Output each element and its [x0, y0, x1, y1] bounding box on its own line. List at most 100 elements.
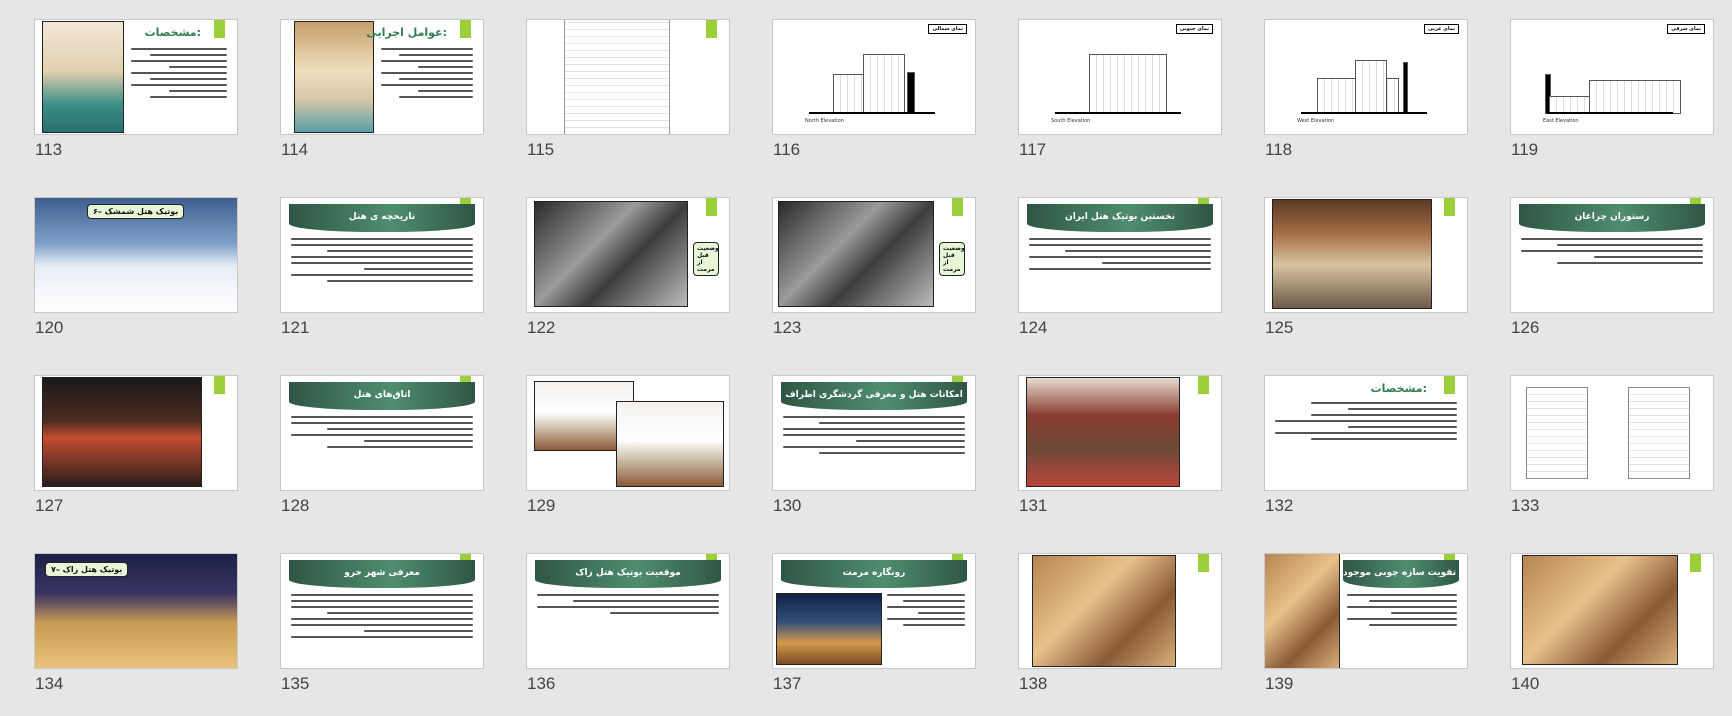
slide-114[interactable]: عوامل اجرایی: — [281, 20, 483, 134]
elevation-tag: نمای جنوبی — [1175, 24, 1213, 34]
slide-text — [291, 416, 473, 482]
slide-131[interactable] — [1019, 376, 1221, 490]
slide-number: 113 — [35, 140, 63, 159]
slide-137[interactable]: رونگاره مرمت — [773, 554, 975, 668]
slide-title: نخستین بوتیک هتل ایران — [1027, 204, 1213, 232]
elevation-tag: نمای شرقی — [1667, 24, 1705, 34]
slide-number: 121 — [281, 318, 310, 337]
slide-photo — [1273, 200, 1431, 308]
slide-132[interactable]: مشخصات: — [1265, 376, 1467, 490]
slide-title: رونگاره مرمت — [781, 560, 967, 588]
slide-number: 130 — [773, 496, 802, 515]
slide-text — [131, 48, 227, 126]
slide-photo — [779, 202, 933, 306]
slide-122[interactable]: وضعیت قبل از مرمت — [527, 198, 729, 312]
slide-133[interactable] — [1511, 376, 1713, 490]
slide-title: اتاق‌های هتل — [289, 382, 475, 410]
elevation-caption: East Elevation — [1543, 118, 1579, 124]
slide-photo-2 — [617, 402, 723, 486]
slide-129[interactable] — [527, 376, 729, 490]
slide-photo — [535, 202, 687, 306]
accent-mark — [1444, 376, 1455, 394]
slide-117[interactable]: نمای جنوبی South Elevation — [1019, 20, 1221, 134]
slide-135[interactable]: معرفی شهر خرو — [281, 554, 483, 668]
elevation-caption: South Elevation — [1051, 118, 1091, 124]
slide-113[interactable]: مشخصات: — [35, 20, 237, 134]
slide-124[interactable]: نخستین بوتیک هتل ایران — [1019, 198, 1221, 312]
slide-photo — [1033, 556, 1175, 666]
slide-125[interactable] — [1265, 198, 1467, 312]
slide-text — [1029, 238, 1211, 304]
slide-number: 133 — [1511, 496, 1540, 515]
slide-text — [381, 48, 473, 126]
slide-number: 128 — [281, 496, 310, 515]
slide-number: 136 — [527, 674, 556, 693]
slide-134[interactable]: ۷– بوتیک هتل زاک — [35, 554, 237, 668]
slide-title: تاریخچه ی هتل — [289, 204, 475, 232]
slide-136[interactable]: موقعیت بوتیک هتل زاک — [527, 554, 729, 668]
slide-115[interactable] — [527, 20, 729, 134]
slide-title: مشخصات: — [144, 26, 201, 39]
ground-line — [1055, 112, 1181, 114]
slide-title: رستوران چراغان — [1519, 204, 1705, 232]
slide-number: 126 — [1511, 318, 1540, 337]
slide-number: 138 — [1019, 674, 1048, 693]
slide-text — [887, 594, 965, 660]
slide-127[interactable] — [35, 376, 237, 490]
accent-mark — [460, 20, 471, 38]
slide-number: 124 — [1019, 318, 1048, 337]
slide-text — [1347, 594, 1457, 660]
slide-number: 122 — [527, 318, 556, 337]
slide-130[interactable]: امکانات هتل و معرفی گردشگری اطراف — [773, 376, 975, 490]
slide-number: 115 — [527, 140, 555, 159]
slide-title: حفظ و تقویت سازه چوبی موجود — [1343, 560, 1459, 588]
accent-mark — [1198, 554, 1209, 572]
slide-photo — [1523, 556, 1677, 664]
slide-number: 127 — [35, 496, 64, 515]
slide-photo — [43, 378, 201, 486]
slide-number: 118 — [1265, 140, 1293, 159]
slide-badge: ۷– بوتیک هتل زاک — [45, 562, 129, 577]
floor-plan-left — [1527, 388, 1587, 478]
slide-123[interactable]: وضعیت قبل از مرمت — [773, 198, 975, 312]
elevation-drawing — [1295, 54, 1447, 114]
slide-photo — [777, 594, 881, 664]
slide-128[interactable]: اتاق‌های هتل — [281, 376, 483, 490]
slide-119[interactable]: نمای شرقی East Elevation — [1511, 20, 1713, 134]
slide-badge: وضعیت قبل از مرمت — [939, 242, 965, 276]
slide-photo — [43, 22, 123, 132]
slide-drawing — [565, 20, 669, 134]
slide-title: عوامل اجرایی: — [366, 26, 447, 39]
slide-title: موقعیت بوتیک هتل زاک — [535, 560, 721, 588]
slide-139[interactable]: حفظ و تقویت سازه چوبی موجود — [1265, 554, 1467, 668]
slide-116[interactable]: نمای شمالی North Elevation — [773, 20, 975, 134]
slide-121[interactable]: تاریخچه ی هتل — [281, 198, 483, 312]
slide-badge: وضعیت قبل از مرمت — [693, 242, 719, 276]
accent-mark — [1690, 554, 1701, 572]
accent-mark — [1198, 376, 1209, 394]
slide-number: 129 — [527, 496, 556, 515]
slide-120[interactable]: ۶– بوتیک هتل شمشک — [35, 198, 237, 312]
slide-number: 132 — [1265, 496, 1294, 515]
ground-line — [1301, 112, 1427, 114]
floor-plan-right — [1629, 388, 1689, 478]
slide-photo — [295, 22, 373, 132]
slide-140[interactable] — [1511, 554, 1713, 668]
elevation-tag: نمای غربی — [1424, 24, 1459, 34]
slide-number: 140 — [1511, 674, 1540, 693]
slide-text — [291, 238, 473, 304]
elevation-drawing — [803, 54, 955, 114]
slide-number: 134 — [35, 674, 64, 693]
slide-118[interactable]: نمای غربی West Elevation — [1265, 20, 1467, 134]
slide-text — [291, 594, 473, 660]
slide-number: 131 — [1019, 496, 1048, 515]
slide-138[interactable] — [1019, 554, 1221, 668]
slide-126[interactable]: رستوران چراغان — [1511, 198, 1713, 312]
elevation-caption: North Elevation — [805, 118, 844, 124]
slide-photo — [1027, 378, 1179, 486]
slide-number: 135 — [281, 674, 310, 693]
slide-number: 120 — [35, 318, 64, 337]
elevation-drawing — [1541, 54, 1693, 114]
accent-mark — [706, 20, 717, 38]
slide-number: 114 — [281, 140, 309, 159]
